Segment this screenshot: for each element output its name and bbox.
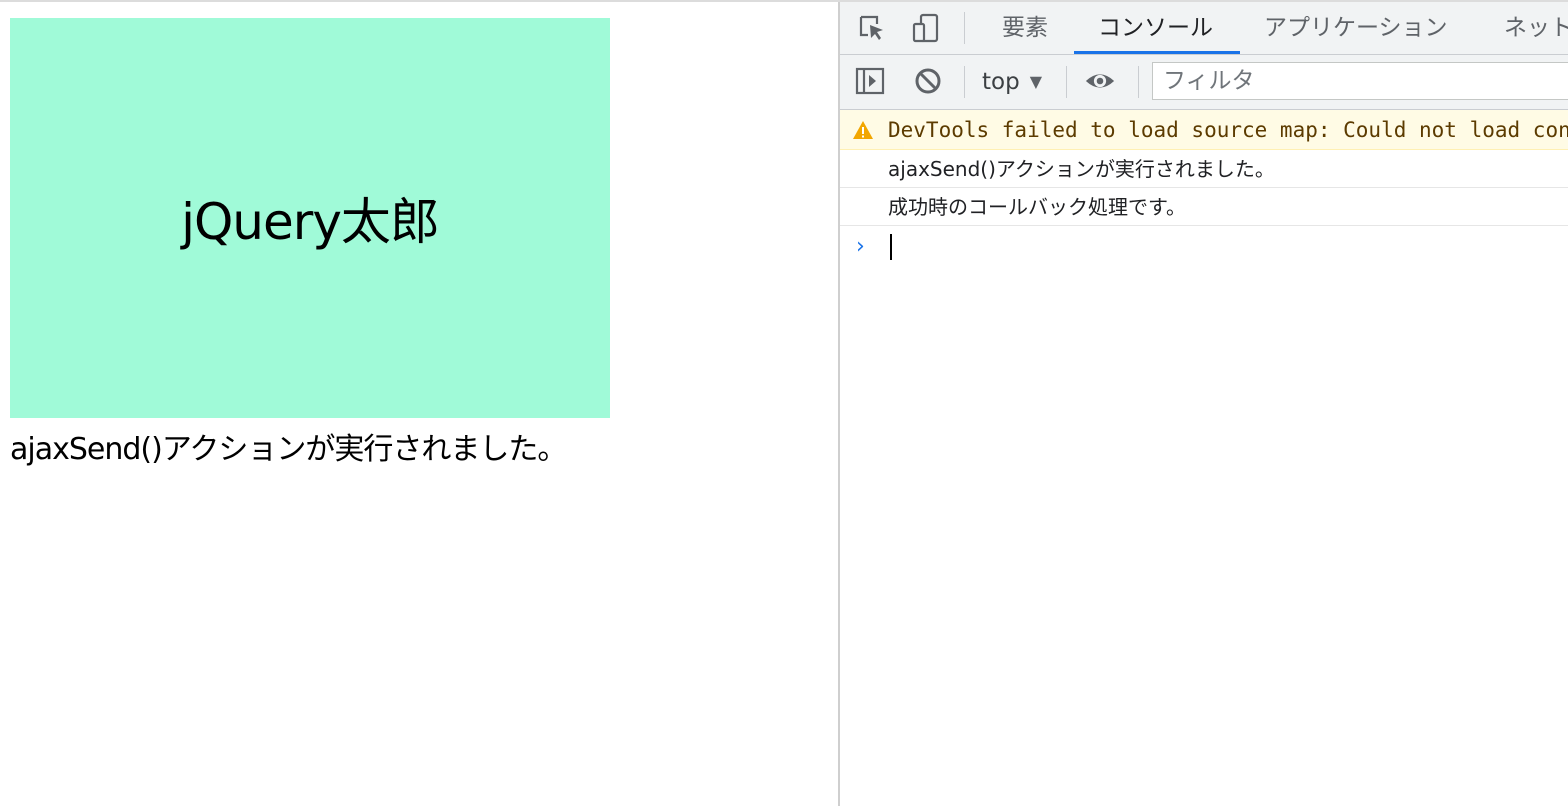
clear-console-icon[interactable] <box>912 66 944 96</box>
console-input[interactable] <box>888 231 1548 261</box>
devtools-panel: 要素 コンソール アプリケーション ネット top ▼ フィルタ DevTool… <box>840 2 1568 806</box>
devtools-tabbar: 要素 コンソール アプリケーション ネット <box>840 2 1568 55</box>
inspect-element-icon[interactable] <box>856 13 888 43</box>
tabbar-separator <box>964 12 965 44</box>
page-viewport: jQuery太郎 ajaxSend()アクションが実行されました。 <box>0 2 838 806</box>
name-box: jQuery太郎 <box>10 18 610 418</box>
console-prompt[interactable]: › <box>840 226 1568 266</box>
tab-application[interactable]: アプリケーション <box>1262 2 1450 54</box>
tab-console[interactable]: コンソール <box>1096 2 1215 54</box>
toolbar-separator <box>964 66 965 98</box>
active-tab-indicator <box>1074 51 1240 54</box>
console-log-message[interactable]: ajaxSend()アクションが実行されました。 <box>840 150 1568 188</box>
toolbar-separator <box>1138 66 1139 98</box>
console-warning-message[interactable]: DevTools failed to load source map: Coul… <box>840 110 1568 150</box>
device-toggle-icon[interactable] <box>910 13 942 43</box>
warning-icon <box>853 121 873 139</box>
toolbar-separator <box>1066 66 1067 98</box>
warning-text: DevTools failed to load source map: Coul… <box>888 118 1568 142</box>
console-toolbar: top ▼ <box>840 55 1568 110</box>
log-text: ajaxSend()アクションが実行されました。 <box>888 157 1275 181</box>
page-message: ajaxSend()アクションが実行されました。 <box>10 432 567 467</box>
tab-elements[interactable]: 要素 <box>1000 2 1050 54</box>
console-messages: DevTools failed to load source map: Coul… <box>840 110 1568 266</box>
box-text: jQuery太郎 <box>181 193 440 251</box>
console-log-message[interactable]: 成功時のコールバック処理です。 <box>840 188 1568 226</box>
context-selector[interactable]: top ▼ <box>982 67 1042 97</box>
sidebar-toggle-icon[interactable] <box>854 66 886 96</box>
text-caret <box>890 234 892 260</box>
log-text: 成功時のコールバック処理です。 <box>888 195 1186 219</box>
filter-input[interactable] <box>1152 62 1568 100</box>
dropdown-arrow-icon: ▼ <box>1029 72 1043 91</box>
prompt-chevron-icon: › <box>856 234 865 259</box>
eye-icon[interactable] <box>1084 66 1116 96</box>
context-label: top <box>982 69 1020 95</box>
tab-network[interactable]: ネット <box>1502 2 1568 54</box>
